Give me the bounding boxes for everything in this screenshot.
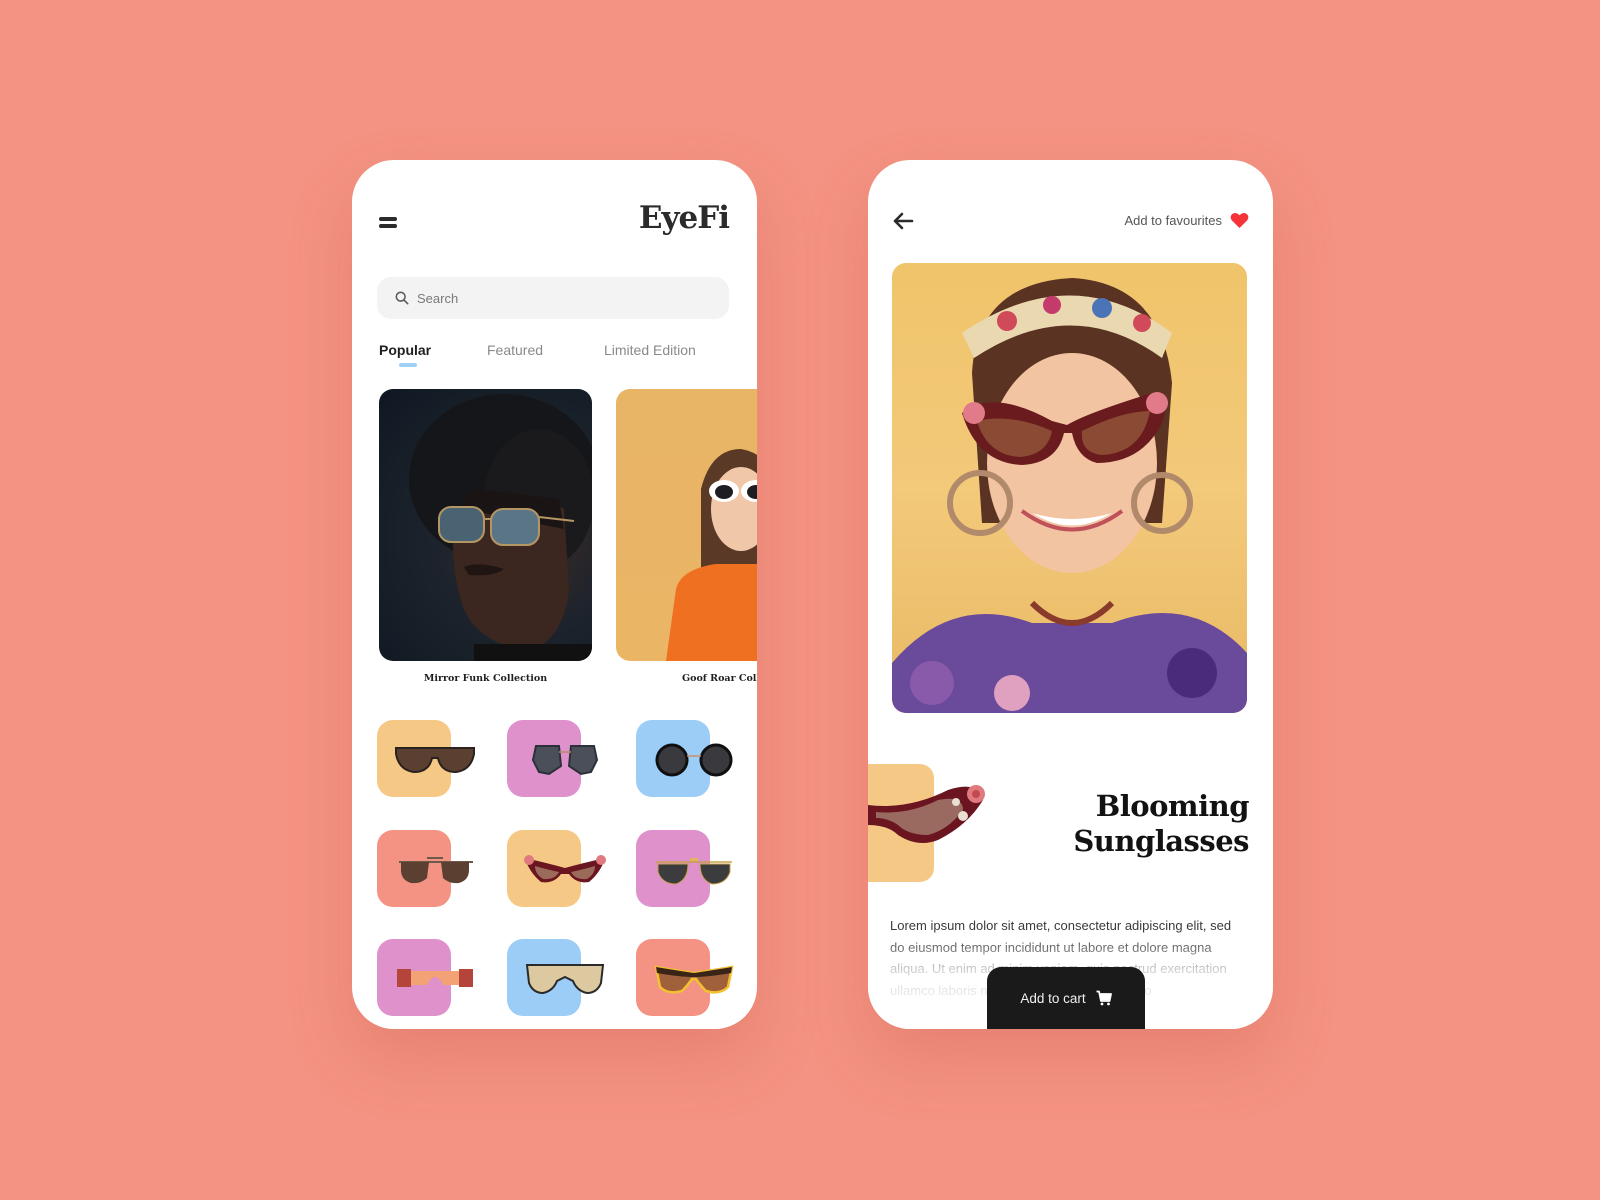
collection-photo-goof-roar: [616, 389, 757, 661]
collection-title: Mirror Funk Collection: [423, 673, 548, 684]
collection-title: Goof Roar Collection: [682, 673, 757, 684]
hero-product-photo: [892, 263, 1247, 713]
product-tile[interactable]: [377, 939, 477, 1017]
search-bar[interactable]: [377, 277, 729, 319]
product-tile[interactable]: [377, 720, 477, 798]
product-tile[interactable]: [507, 939, 607, 1017]
add-to-cart-button[interactable]: Add to cart: [987, 967, 1145, 1029]
navigator-brown-sunglasses-image: [399, 857, 473, 884]
product-tile[interactable]: [636, 720, 736, 798]
back-arrow-icon[interactable]: [892, 212, 914, 230]
round-black-sunglasses-image: [655, 743, 733, 777]
product-tile[interactable]: [507, 720, 607, 798]
product-detail-screen: Add to favourites Blooming Sunglasses Lo…: [868, 160, 1273, 1029]
gold-mirror-shield-sunglasses-image: [525, 964, 605, 995]
tab-popular[interactable]: Popular: [379, 342, 431, 358]
brand-logo: EyeFi: [638, 200, 730, 236]
cart-icon: [1096, 990, 1112, 1006]
aviator-grey-sunglasses-image: [656, 858, 732, 885]
orange-shield-sunglasses-image: [397, 969, 473, 987]
home-screen: EyeFi Popular Featured Limited Edition: [352, 160, 757, 1029]
menu-icon[interactable]: [379, 217, 399, 229]
collection-photo-mirror-funk: [379, 389, 592, 661]
collection-card[interactable]: Mirror Funk Collection: [379, 389, 592, 684]
blooming-sunglasses-thumbnail: [868, 785, 985, 844]
product-tile[interactable]: [636, 939, 736, 1017]
tortoise-yellow-cat-eye-sunglasses-image: [654, 965, 734, 994]
collections-carousel[interactable]: Mirror Funk Collection Goof Roar Collect…: [379, 389, 757, 689]
tab-limited-edition[interactable]: Limited Edition: [604, 342, 696, 358]
search-input[interactable]: [417, 290, 707, 306]
collection-card[interactable]: Goof Roar Collection: [616, 389, 757, 684]
heart-icon: [1230, 212, 1249, 229]
product-title-line1: Blooming: [1095, 789, 1250, 823]
product-title-line2: Sunglasses: [1073, 824, 1249, 858]
square-brown-sunglasses-image: [395, 747, 475, 774]
search-icon: [395, 291, 409, 305]
blooming-cat-eye-sunglasses-image: [524, 855, 606, 883]
favourites-label: Add to favourites: [1124, 213, 1222, 228]
active-tab-indicator: [399, 363, 417, 367]
add-to-cart-label: Add to cart: [1020, 990, 1086, 1006]
tab-featured[interactable]: Featured: [487, 342, 543, 358]
product-tile[interactable]: [636, 830, 736, 908]
product-tile[interactable]: [377, 830, 477, 908]
category-tabs: Popular Featured Limited Edition: [379, 342, 739, 372]
add-to-favourites-button[interactable]: Add to favourites: [1124, 212, 1249, 229]
oversized-grey-sunglasses-image: [531, 745, 599, 776]
product-title: Blooming Sunglasses: [1073, 789, 1249, 859]
product-tile[interactable]: [507, 830, 607, 908]
